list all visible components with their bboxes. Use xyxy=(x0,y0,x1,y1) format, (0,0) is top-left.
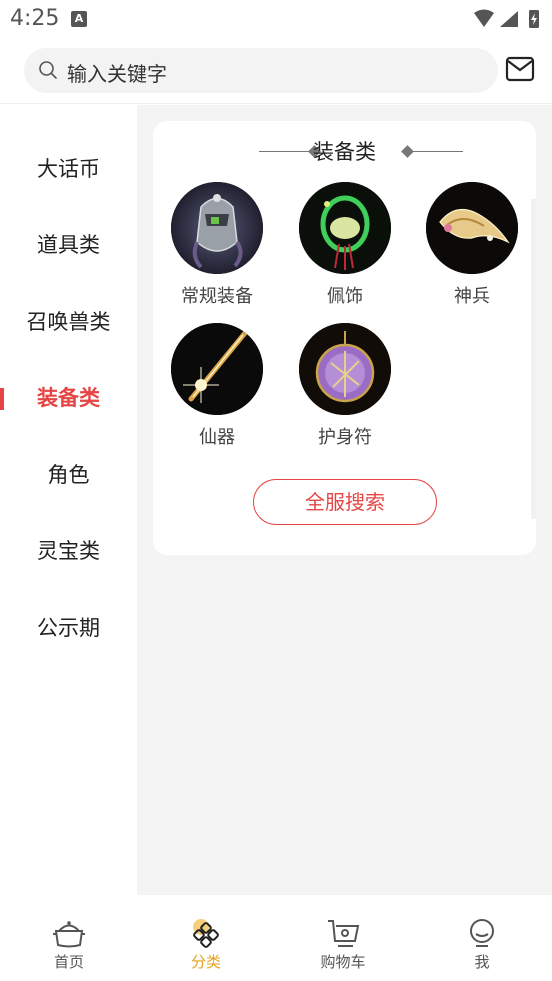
mail-icon[interactable] xyxy=(505,56,535,82)
item-divine-weapon[interactable]: 神兵 xyxy=(417,182,527,308)
search-icon xyxy=(39,61,57,79)
status-bar: 4:25 A xyxy=(0,0,552,40)
item-label: 仙器 xyxy=(199,427,235,448)
signal-icon xyxy=(500,11,518,27)
sidebar-item-characters[interactable]: 角色 xyxy=(0,452,137,498)
item-regular-equipment[interactable]: 常规装备 xyxy=(162,182,272,308)
item-label: 常规装备 xyxy=(181,286,253,307)
notification-a-icon: A xyxy=(71,11,87,27)
wifi-icon xyxy=(474,9,494,27)
helmet-icon xyxy=(171,182,263,274)
item-immortal-artifact[interactable]: 仙器 xyxy=(162,323,272,449)
amulet-icon xyxy=(299,323,391,415)
sidebar-item-summon-beasts[interactable]: 召唤兽类 xyxy=(0,299,137,345)
category-title: 装备类 xyxy=(313,140,376,164)
main-content: 装备类 常规装备 佩饰 神兵 仙器 护身符 全服搜索 xyxy=(137,105,552,895)
bottom-navigation: 首页 分类 购物车 我 xyxy=(0,895,552,981)
sidebar-item-currency[interactable]: 大话币 xyxy=(0,146,137,192)
divine-weapon-icon xyxy=(426,182,518,274)
nav-label: 首页 xyxy=(53,953,84,971)
sidebar-item-publicity[interactable]: 公示期 xyxy=(0,605,137,651)
item-label: 佩饰 xyxy=(327,286,363,307)
category-icon xyxy=(193,919,219,948)
search-input[interactable]: 输入关键字 xyxy=(24,48,498,93)
item-label: 神兵 xyxy=(454,286,490,307)
search-placeholder: 输入关键字 xyxy=(67,62,167,86)
search-all-servers-button[interactable]: 全服搜索 xyxy=(253,479,437,525)
sidebar-item-lingbao[interactable]: 灵宝类 xyxy=(0,528,137,574)
nav-label: 我 xyxy=(474,953,490,971)
nav-label: 购物车 xyxy=(320,953,366,971)
item-label: 护身符 xyxy=(318,427,372,448)
category-heading: 装备类 xyxy=(153,137,536,167)
sidebar-item-equipment[interactable]: 装备类 xyxy=(0,375,137,421)
nav-label: 分类 xyxy=(190,953,221,971)
cart-icon xyxy=(328,920,360,947)
system-status-icons xyxy=(474,9,539,28)
sidebar-item-props[interactable]: 道具类 xyxy=(0,222,137,268)
sidebar-item-label: 装备类 xyxy=(37,386,100,410)
category-card: 装备类 常规装备 佩饰 神兵 仙器 护身符 全服搜索 xyxy=(153,121,536,555)
active-indicator xyxy=(0,388,4,410)
profile-icon xyxy=(470,919,494,947)
nav-item-category[interactable]: 分类 xyxy=(166,917,246,972)
sword-icon xyxy=(171,323,263,415)
item-amulet[interactable]: 护身符 xyxy=(290,323,400,449)
item-accessory[interactable]: 佩饰 xyxy=(290,182,400,308)
category-sidebar: 大话币 道具类 召唤兽类 装备类 角色 灵宝类 公示期 xyxy=(0,105,137,895)
nav-item-home[interactable]: 首页 xyxy=(29,917,109,972)
nav-item-profile[interactable]: 我 xyxy=(442,917,522,972)
scrollbar[interactable] xyxy=(531,199,536,519)
status-time: 4:25 xyxy=(10,6,60,31)
jade-pendant-icon xyxy=(299,182,391,274)
nav-item-cart[interactable]: 购物车 xyxy=(303,917,383,972)
header: 输入关键字 xyxy=(0,40,552,104)
divider xyxy=(413,151,463,152)
home-icon xyxy=(53,921,85,948)
